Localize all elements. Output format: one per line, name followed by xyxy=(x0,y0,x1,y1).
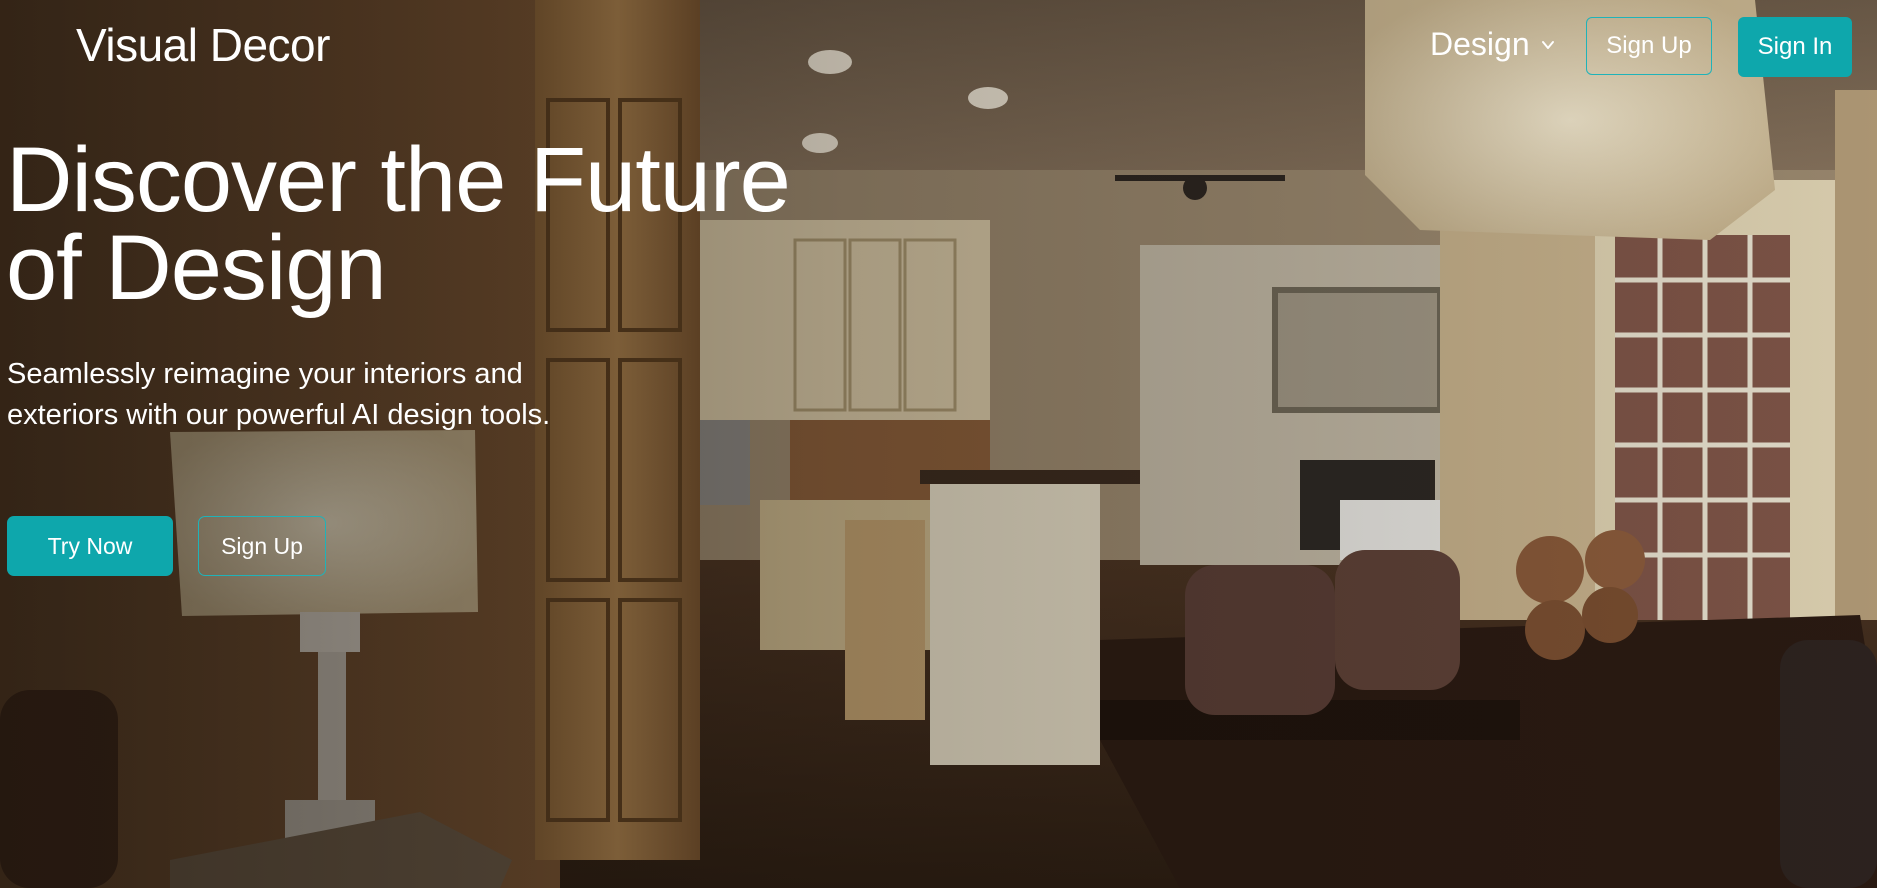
hero-subtitle: Seamlessly reimagine your interiors and … xyxy=(7,358,551,431)
brand-logo[interactable]: Visual Decor xyxy=(76,18,330,72)
header-sign-in-label: Sign In xyxy=(1757,33,1833,60)
nav-design-dropdown[interactable]: Design xyxy=(1430,26,1556,63)
try-now-label: Try Now xyxy=(47,532,133,559)
header-sign-up-button[interactable]: Sign Up xyxy=(1586,17,1712,75)
hero-title: Discover the Future of Design xyxy=(6,134,906,314)
hero-title-line-2: of Design xyxy=(6,217,387,319)
top-navigation: Visual Decor Design Sign Up Sign In xyxy=(0,0,1877,92)
hero-sign-up-button[interactable]: Sign Up xyxy=(198,516,326,576)
nav-design-label: Design xyxy=(1430,26,1530,62)
header-sign-in-button[interactable]: Sign In xyxy=(1738,17,1852,77)
hero-title-line-1: Discover the Future xyxy=(6,129,791,231)
hero-sign-up-label: Sign Up xyxy=(221,532,303,559)
chevron-down-icon xyxy=(1541,40,1554,49)
try-now-button[interactable]: Try Now xyxy=(7,516,173,576)
header-sign-up-label: Sign Up xyxy=(1606,32,1692,59)
